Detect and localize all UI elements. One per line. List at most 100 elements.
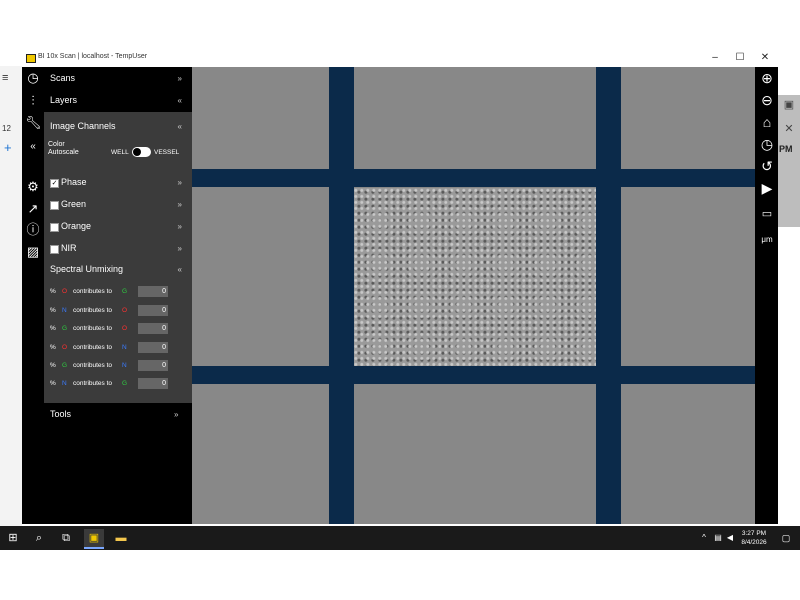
pm-label: PM (779, 144, 793, 154)
phase-checkbox[interactable]: ✓ (50, 179, 59, 188)
zoom-in-icon[interactable]: ⊕ (758, 69, 776, 87)
maximize-button[interactable]: ☐ (728, 51, 752, 65)
contributes-label: contributes to (73, 325, 113, 332)
chevron-down-icon[interactable]: » (178, 222, 182, 231)
spectral-unmixing-header[interactable]: Spectral Unmixing (50, 264, 123, 274)
side-number: 12 (2, 124, 11, 133)
info-icon[interactable]: ⓘ (25, 222, 41, 238)
analysis-icon[interactable]: ⚙ (25, 179, 41, 195)
color-autoscale-label: Color Autoscale (48, 141, 79, 156)
unmix-row: % O contributes to G 0 (50, 286, 188, 298)
scale-bar-icon[interactable]: μm (758, 231, 776, 249)
chevron-down-icon[interactable]: » (178, 200, 182, 209)
clock-icon[interactable]: ◷ (758, 135, 776, 153)
unmix-value-input[interactable]: 0 (138, 342, 168, 353)
window-title: BI 10x Scan | localhost - TempUser (38, 53, 148, 60)
unmix-value-input[interactable]: 0 (138, 323, 168, 334)
image-icon[interactable]: ▨ (25, 244, 41, 260)
search-icon[interactable]: ⌕ (29, 529, 49, 547)
history-icon[interactable]: ↺ (758, 157, 776, 175)
layers-sliders-icon[interactable]: ⫶ (25, 93, 41, 109)
tools-header[interactable]: Tools (50, 409, 71, 419)
unmix-row: % N contributes to O 0 (50, 305, 188, 317)
start-icon[interactable]: ⊞ (3, 529, 23, 547)
contributes-label: contributes to (73, 288, 113, 295)
contributes-label: contributes to (73, 362, 113, 369)
unmix-value-input[interactable]: 0 (138, 378, 168, 389)
taskbar: ⊞ ⌕ ⧉ ▣ ▬ ^ ▤ ◀ 3:27 PM 8/4/2026 ▢ (0, 526, 800, 550)
ruler-icon[interactable]: ▭ (758, 205, 776, 223)
green-checkbox[interactable] (50, 201, 59, 210)
unmix-row: % N contributes to G 0 (50, 378, 188, 390)
close-button[interactable]: ✕ (753, 51, 777, 65)
well-divider (329, 67, 354, 524)
close-icon[interactable]: ✕ (780, 122, 798, 136)
autoscale-toggle[interactable] (132, 147, 151, 157)
chevron-up-icon[interactable]: « (178, 96, 182, 105)
wrench-icon[interactable]: 🔧︎ (25, 115, 42, 131)
unmix-value-input[interactable]: 0 (138, 286, 168, 297)
zoom-out-icon[interactable]: ⊖ (758, 91, 776, 109)
from-channel: N (62, 380, 67, 387)
collapse-panel-icon[interactable]: « (25, 139, 41, 155)
from-channel: N (62, 307, 67, 314)
hamburger-icon[interactable]: ≡ (2, 72, 20, 84)
unmix-value-input[interactable]: 0 (138, 305, 168, 316)
play-icon[interactable]: ▶ (758, 179, 776, 197)
orange-checkbox[interactable] (50, 223, 59, 232)
app-icon (26, 54, 36, 63)
to-channel: G (122, 380, 128, 387)
chevron-down-icon[interactable]: » (178, 74, 182, 83)
home-icon[interactable]: ⌂ (758, 113, 776, 131)
left-rail: ◷ ⫶ 🔧︎ « ⚙ ↗ ⓘ ▨ (22, 67, 44, 524)
channel-orange[interactable]: Orange (61, 221, 91, 231)
channel-green[interactable]: Green (61, 199, 86, 209)
pct-label: % (50, 325, 56, 332)
layers-header[interactable]: Layers (50, 95, 77, 105)
channel-phase[interactable]: Phase (61, 177, 87, 187)
channel-nir[interactable]: NIR (61, 243, 77, 253)
to-channel: G (122, 288, 128, 295)
app-taskbar-icon[interactable]: ▣ (84, 529, 104, 549)
file-explorer-icon[interactable]: ▬ (111, 529, 131, 547)
chevron-down-icon[interactable]: » (174, 410, 178, 419)
to-channel: N (122, 344, 127, 351)
contributes-label: contributes to (73, 380, 113, 387)
nir-checkbox[interactable] (50, 245, 59, 254)
chevron-up-icon[interactable]: « (178, 265, 182, 274)
image-channels-header[interactable]: Image Channels (50, 121, 116, 131)
save-icon[interactable]: ▣ (780, 98, 798, 112)
clock-date: 8/4/2026 (741, 539, 767, 546)
scans-header[interactable]: Scans (50, 73, 75, 83)
from-channel: O (62, 288, 68, 295)
layers-content: Image Channels « Color Autoscale WELL VE… (44, 112, 192, 403)
chevron-up-icon[interactable]: « (178, 122, 182, 131)
minimize-button[interactable]: ‒ (703, 51, 727, 65)
to-channel: O (122, 307, 128, 314)
graph-icon[interactable]: ↗ (25, 201, 41, 217)
unmix-value-input[interactable]: 0 (138, 360, 168, 371)
pct-label: % (50, 344, 56, 351)
from-channel: O (62, 344, 68, 351)
well-divider (192, 366, 755, 384)
plus-icon[interactable]: + (4, 140, 12, 155)
right-toolbar: ⊕ ⊖ ⌂ ◷ ↺ ▶ ▭ μm (755, 67, 778, 524)
well-divider (192, 169, 755, 187)
clock[interactable]: 3:27 PM 8/4/2026 (734, 529, 774, 547)
scan-image[interactable] (354, 188, 596, 366)
pct-label: % (50, 288, 56, 295)
chevron-down-icon[interactable]: » (178, 178, 182, 187)
clock-icon[interactable]: ◷ (25, 70, 41, 86)
background-app-left: ≡ 12 + (0, 66, 22, 526)
notifications-icon[interactable]: ▢ (776, 529, 796, 547)
unmix-row: % G contributes to N 0 (50, 360, 188, 372)
well-divider (596, 67, 621, 524)
task-view-icon[interactable]: ⧉ (56, 529, 76, 547)
toggle-left-label: WELL (111, 149, 129, 156)
to-channel: N (122, 362, 127, 369)
contributes-label: contributes to (73, 344, 113, 351)
from-channel: G (62, 325, 68, 332)
chevron-down-icon[interactable]: » (178, 244, 182, 253)
title-bar[interactable]: BI 10x Scan | localhost - TempUser ‒ ☐ ✕ (22, 50, 778, 68)
background-side-toolbar: ▣ ✕ PM (778, 95, 800, 227)
